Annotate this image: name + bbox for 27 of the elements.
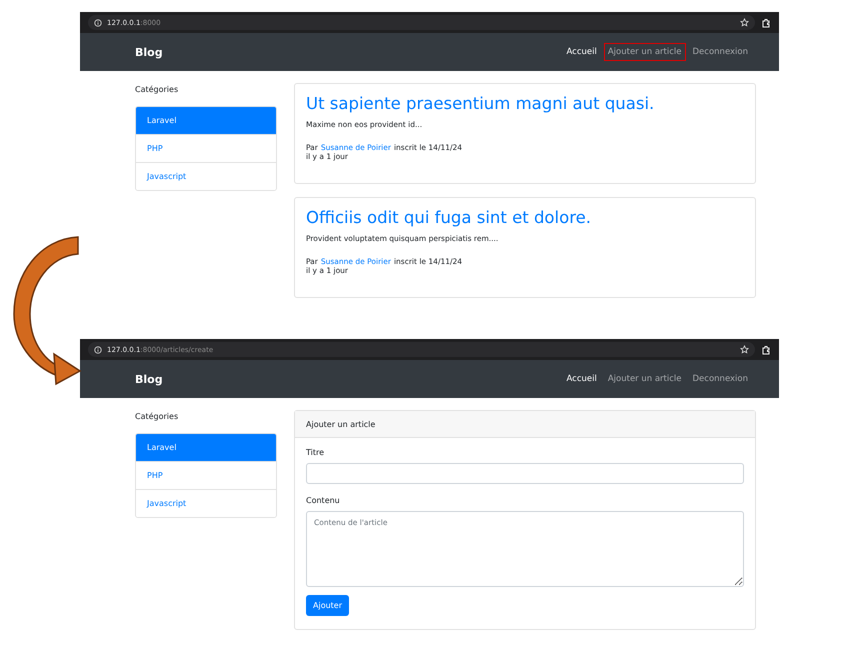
category-item[interactable]: Laravel <box>136 434 276 461</box>
nav-link[interactable]: Ajouter un article <box>604 43 686 61</box>
brand-logo-text[interactable]: Blog <box>135 372 560 386</box>
nav-link[interactable]: Deconnexion <box>688 43 752 61</box>
nav-link[interactable]: Deconnexion <box>688 370 752 388</box>
nav-link[interactable]: Accueil <box>562 43 601 61</box>
info-icon <box>94 18 102 26</box>
article-title[interactable]: Ut sapiente praesentium magni aut quasi. <box>306 94 744 113</box>
sidebar-title: Catégories <box>135 412 180 421</box>
info-icon <box>94 346 102 354</box>
category-item[interactable]: Javascript <box>136 489 276 517</box>
category-item[interactable]: Laravel <box>136 107 276 134</box>
nav-link[interactable]: Ajouter un article <box>604 370 686 388</box>
field-label: Titre <box>306 448 326 457</box>
field-label: Contenu <box>306 496 341 505</box>
nav-link[interactable]: Accueil <box>562 370 601 388</box>
text-field[interactable] <box>306 463 744 484</box>
card-header: Ajouter un article <box>295 411 755 438</box>
article-title[interactable]: Officiis odit qui fuga sint et dolore. <box>306 208 744 227</box>
extensions-icon[interactable] <box>761 18 771 28</box>
star-icon[interactable] <box>740 345 749 354</box>
sidebar-title: Catégories <box>135 85 180 94</box>
brand-logo-text[interactable]: Blog <box>135 46 560 58</box>
star-icon[interactable] <box>740 18 749 27</box>
submit-button[interactable]: Ajouter <box>306 595 350 616</box>
extensions-icon[interactable] <box>761 344 771 354</box>
category-item[interactable]: Javascript <box>136 162 276 190</box>
